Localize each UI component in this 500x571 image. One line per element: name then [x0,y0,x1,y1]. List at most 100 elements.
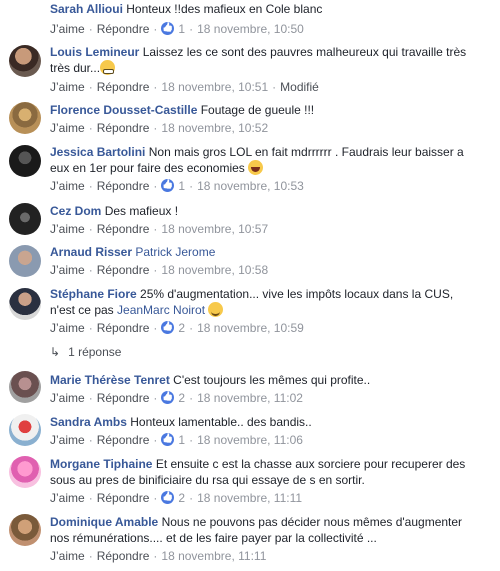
comment-text-line1: 25% d'augmentation... vive les impôts lo… [140,287,454,301]
comment-body: Sarah Allioui Honteux !!des mafieux en C… [50,1,492,17]
comment-body: Cez Dom Des mafieux ! [50,203,492,219]
comment-text: Honteux !!des mafieux en Cole blanc [126,2,323,16]
reply-link[interactable]: Répondre [97,179,150,193]
like-link[interactable]: J’aime [50,263,85,277]
comment-text-line2: très dur... [50,61,101,75]
comment-text-line2: nos rémunérations.... et de les faire pa… [50,531,377,545]
comment-author[interactable]: Louis Lemineur [50,45,139,59]
avatar[interactable] [9,514,41,546]
reply-link[interactable]: Répondre [97,80,150,94]
comment-author[interactable]: Sandra Ambs [50,415,127,429]
like-count[interactable]: 2 [178,321,185,335]
avatar[interactable] [9,456,41,488]
like-count[interactable]: 2 [178,391,185,405]
view-replies-link[interactable]: ↳ 1 réponse [50,344,121,360]
like-link[interactable]: J’aime [50,222,85,236]
comment-text: Foutage de gueule !!! [200,103,315,117]
smile-emoji-icon [208,302,224,317]
comment-text-line2: eux en 1er pour faire des economies [50,161,245,175]
like-link[interactable]: J’aime [50,22,85,36]
avatar[interactable] [9,102,41,134]
like-link[interactable]: J’aime [50,433,85,447]
reply-link[interactable]: Répondre [97,491,150,505]
comment-actions: J’aime · Répondre · 18 novembre, 11:11 [50,549,267,563]
avatar[interactable] [9,288,41,320]
like-count[interactable]: 1 [178,179,185,193]
avatar[interactable] [9,145,41,177]
like-reaction-icon[interactable] [161,433,175,446]
like-reaction-icon[interactable] [161,22,175,35]
comment-author[interactable]: Florence Dousset-Castille [50,103,197,117]
comment-text-line1: Laissez les ce sont des pauvres malheure… [142,45,467,59]
comment-body: Dominique Amable Nous ne pouvons pas déc… [50,514,492,546]
comment-timestamp[interactable]: 18 novembre, 11:11 [161,549,266,563]
comment-author[interactable]: Cez Dom [50,204,101,218]
like-reaction-icon[interactable] [161,179,175,192]
comment-timestamp[interactable]: 18 novembre, 11:06 [197,433,303,447]
like-reaction-icon[interactable] [161,491,175,504]
like-link[interactable]: J’aime [50,321,85,335]
comment-actions: J’aime·Répondre·1·18 novembre, 10:53 [50,178,304,194]
grimacing-emoji-icon [100,60,116,75]
reply-link[interactable]: Répondre [97,263,150,277]
comment-author[interactable]: Arnaud Risser [50,245,132,259]
comment-body: Arnaud Risser Patrick Jerome [50,244,492,260]
avatar[interactable] [9,371,41,403]
reply-link[interactable]: Répondre [97,222,150,236]
like-count[interactable]: 2 [178,491,185,505]
comment-timestamp[interactable]: 18 novembre, 10:53 [197,179,304,193]
comment-timestamp[interactable]: 18 novembre, 11:02 [197,391,303,405]
comment-timestamp[interactable]: 18 novembre, 10:57 [161,222,268,236]
comment-actions: J’aime · Répondre · 18 novembre, 10:51 · Modif… [50,80,319,94]
reply-link[interactable]: Répondre [97,321,150,335]
comment-author[interactable]: Marie Thérèse Tenret [50,373,170,387]
mention-link[interactable]: Patrick Jerome [135,245,215,259]
comment-author[interactable]: Stéphane Fiore [50,287,137,301]
comment-author[interactable]: Sarah Allioui [50,2,123,16]
comment-timestamp[interactable]: 18 novembre, 10:50 [197,22,304,36]
reply-link[interactable]: Répondre [97,391,150,405]
comment-body: Sandra Ambs Honteux lamentable.. des ban… [50,414,492,430]
reply-link[interactable]: Répondre [97,121,150,135]
reply-link[interactable]: Répondre [97,549,150,563]
comment-actions: J’aime·Répondre·2·18 novembre, 11:11 [50,490,302,506]
edited-label[interactable]: Modifié [280,80,319,94]
like-reaction-icon[interactable] [161,321,175,334]
comment-actions: J’aime·Répondre·1·18 novembre, 10:50 [50,21,304,37]
comment-timestamp[interactable]: 18 novembre, 11:11 [197,491,302,505]
like-link[interactable]: J’aime [50,391,85,405]
comment-author[interactable]: Jessica Bartolini [50,145,145,159]
reply-arrow-icon: ↳ [50,345,61,359]
comment-timestamp[interactable]: 18 novembre, 10:52 [161,121,268,135]
comment-timestamp[interactable]: 18 novembre, 10:58 [161,263,268,277]
like-link[interactable]: J’aime [50,179,85,193]
comment-text-line2: n'est ce pas [50,303,114,317]
comment-text-line1: Nous ne pouvons pas décider nous mêmes d… [161,515,463,529]
like-link[interactable]: J’aime [50,549,85,563]
like-link[interactable]: J’aime [50,121,85,135]
like-link[interactable]: J’aime [50,491,85,505]
comment-author[interactable]: Dominique Amable [50,515,158,529]
comment-actions: J’aime·Répondre·2·18 novembre, 10:59 [50,320,304,336]
laughing-emoji-icon [248,160,264,175]
avatar[interactable] [9,45,41,77]
comment-text-line1: Et ensuite c est la chasse aux sorciere … [155,457,466,471]
mention-link[interactable]: JeanMarc Noirot [117,303,205,317]
comment-body: Louis Lemineur Laissez les ce sont des p… [50,44,492,76]
like-reaction-icon[interactable] [161,391,175,404]
replies-count[interactable]: 1 réponse [68,345,121,359]
comment-actions: J’aime · Répondre · 18 novembre, 10:57 [50,222,269,236]
comment-author[interactable]: Morgane Tiphaine [50,457,152,471]
reply-link[interactable]: Répondre [97,433,150,447]
comment-timestamp[interactable]: 18 novembre, 10:51 [161,80,268,94]
comment-timestamp[interactable]: 18 novembre, 10:59 [197,321,304,335]
like-count[interactable]: 1 [178,433,185,447]
avatar[interactable] [9,245,41,277]
avatar[interactable] [9,414,41,446]
comment-body: Morgane Tiphaine Et ensuite c est la cha… [50,456,492,488]
comment-text-line1: Non mais gros LOL en fait mdrrrrrr . Fau… [148,145,464,159]
like-count[interactable]: 1 [178,22,185,36]
reply-link[interactable]: Répondre [97,22,150,36]
avatar[interactable] [9,203,41,235]
like-link[interactable]: J’aime [50,80,85,94]
